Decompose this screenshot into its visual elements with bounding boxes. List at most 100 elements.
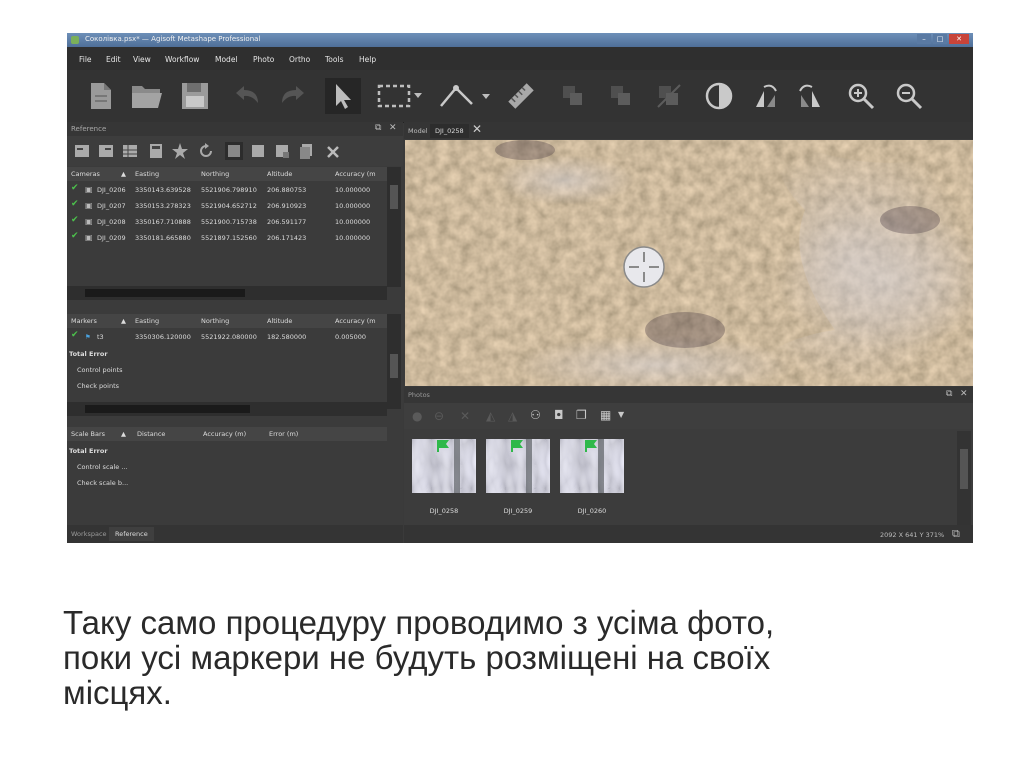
col-cameras[interactable]: Cameras (71, 170, 100, 178)
marker-northing: 5521922.080000 (201, 333, 257, 341)
markers-vertical-scrollbar[interactable] (387, 314, 401, 409)
tab-reference[interactable]: Reference (109, 527, 154, 541)
tab-dji-0258[interactable]: DJI_0258 (430, 124, 469, 138)
pointer-icon[interactable] (325, 78, 361, 114)
col-marker-easting[interactable]: Easting (135, 317, 159, 325)
export-icon[interactable] (97, 142, 115, 160)
aerial-photo-texture (405, 140, 973, 386)
rotate-left-photo-icon[interactable]: ◭ (486, 409, 495, 423)
camera-row[interactable]: ✔ ▣ DJI_0207 3350153.278323 5521904.652712 20… (67, 198, 387, 214)
photos-stack-icon[interactable]: ❐ (576, 408, 587, 422)
cameras-horizontal-scrollbar[interactable] (67, 286, 387, 300)
tab-model[interactable]: Model (408, 127, 428, 135)
check-icon[interactable]: ✔ (71, 330, 79, 340)
col-northing[interactable]: Northing (201, 170, 229, 178)
camera-icon[interactable]: ◘ (554, 408, 564, 422)
col-error[interactable]: Error (m) (269, 430, 298, 438)
col-marker-altitude[interactable]: Altitude (267, 317, 292, 325)
photo-thumbnail[interactable] (560, 439, 624, 493)
fit-view-icon[interactable]: ⧉ (952, 527, 960, 541)
star-icon[interactable] (171, 142, 189, 160)
open-folder-icon[interactable] (129, 78, 165, 114)
contrast-icon[interactable] (701, 78, 737, 114)
sort-arrow-icon: ▲ (121, 170, 126, 178)
float-panel-icon[interactable]: ⧉ (946, 389, 952, 399)
table-icon[interactable] (121, 142, 139, 160)
marker-row[interactable]: ✔ ⚑ t3 3350306.120000 5521922.080000 182… (67, 329, 387, 345)
camera-row[interactable]: ✔ ▣ DJI_0209 3350181.665880 5521897.152560 20… (67, 230, 387, 246)
new-document-icon[interactable] (83, 78, 119, 114)
calculator-icon[interactable] (147, 142, 165, 160)
aerial-photo[interactable] (405, 140, 973, 386)
settings-tools-icon[interactable] (325, 142, 343, 160)
save-icon[interactable] (177, 78, 213, 114)
menu-file[interactable]: File (79, 55, 92, 64)
chevron-down-icon[interactable]: ▼ (618, 410, 624, 419)
rotate-right-photo-icon[interactable]: ◮ (508, 409, 517, 423)
redo-icon[interactable] (275, 78, 311, 114)
col-altitude[interactable]: Altitude (267, 170, 292, 178)
remove-cameras-icon[interactable]: ● (412, 409, 422, 423)
disable-cameras-icon[interactable] (651, 78, 687, 114)
markers-horizontal-scrollbar[interactable] (67, 402, 387, 416)
menu-help[interactable]: Help (359, 55, 376, 64)
tab-workspace[interactable]: Workspace (71, 530, 107, 538)
photos-vertical-scrollbar[interactable] (957, 431, 971, 525)
camera-row[interactable]: ✔ ▣ DJI_0206 3350143.639528 5521906.798910 20… (67, 182, 387, 198)
import-icon[interactable] (73, 142, 91, 160)
photo-thumbnail[interactable] (486, 439, 550, 493)
zoom-in-icon[interactable] (843, 78, 879, 114)
disable-icon[interactable]: ⊖ (434, 409, 444, 423)
marker-crosshair-icon[interactable] (621, 244, 667, 290)
col-scale-accuracy[interactable]: Accuracy (m) (203, 430, 246, 438)
close-tab-icon[interactable]: ✕ (472, 122, 482, 136)
menu-view[interactable]: View (133, 55, 151, 64)
ruler-icon[interactable] (435, 78, 495, 114)
menu-edit[interactable]: Edit (106, 55, 121, 64)
delete-icon[interactable]: ✕ (460, 409, 470, 423)
menu-ortho[interactable]: Ortho (289, 55, 310, 64)
check-icon[interactable]: ✔ (71, 231, 79, 241)
col-distance[interactable]: Distance (137, 430, 165, 438)
view-errors-icon[interactable] (273, 142, 291, 160)
maximize-button[interactable]: □ (933, 34, 947, 44)
refresh-icon[interactable] (197, 142, 215, 160)
rectangle-selection-icon[interactable] (375, 78, 425, 114)
col-accuracy[interactable]: Accuracy (m (335, 170, 376, 178)
view-source-icon[interactable] (225, 142, 243, 160)
check-icon[interactable]: ✔ (71, 199, 79, 209)
col-markers[interactable]: Markers (71, 317, 97, 325)
float-panel-icon[interactable]: ⧉ (375, 123, 381, 133)
markers-table-header: Markers ▲ Easting Northing Altitude Accu… (67, 314, 387, 328)
menu-photo[interactable]: Photo (253, 55, 274, 64)
reset-view-icon[interactable] (555, 78, 591, 114)
rotate-right-icon[interactable] (793, 78, 829, 114)
col-marker-accuracy[interactable]: Accuracy (m (335, 317, 376, 325)
menu-model[interactable]: Model (215, 55, 238, 64)
zoom-out-icon[interactable] (891, 78, 927, 114)
col-marker-northing[interactable]: Northing (201, 317, 229, 325)
measure-icon[interactable] (503, 78, 539, 114)
binoculars-icon[interactable]: ⚇ (530, 408, 541, 422)
undo-icon[interactable] (229, 78, 265, 114)
cameras-vertical-scrollbar[interactable] (387, 167, 401, 287)
view-estimated-icon[interactable] (249, 142, 267, 160)
photo-thumbnail[interactable] (412, 439, 476, 493)
camera-row[interactable]: ✔ ▣ DJI_0208 3350167.710888 5521900.715738 20… (67, 214, 387, 230)
grid-view-icon[interactable]: ▦ (600, 408, 611, 422)
copy-icon[interactable] (297, 142, 315, 160)
menu-workflow[interactable]: Workflow (165, 55, 199, 64)
close-panel-icon[interactable]: ✕ (389, 123, 397, 133)
check-icon[interactable]: ✔ (71, 215, 79, 225)
menu-tools[interactable]: Tools (325, 55, 343, 64)
close-button[interactable]: ✕ (949, 34, 969, 44)
close-panel-icon[interactable]: ✕ (960, 389, 968, 399)
check-icon[interactable]: ✔ (71, 183, 79, 193)
col-scale-bars[interactable]: Scale Bars (71, 430, 105, 438)
window-title: Соколівка.psx* — Agisoft Metashape Profe… (85, 35, 261, 43)
minimize-button[interactable]: – (917, 34, 931, 44)
enable-cameras-icon[interactable] (603, 78, 639, 114)
markers-total-error: Total Error (69, 350, 108, 358)
col-easting[interactable]: Easting (135, 170, 159, 178)
rotate-left-icon[interactable] (747, 78, 783, 114)
